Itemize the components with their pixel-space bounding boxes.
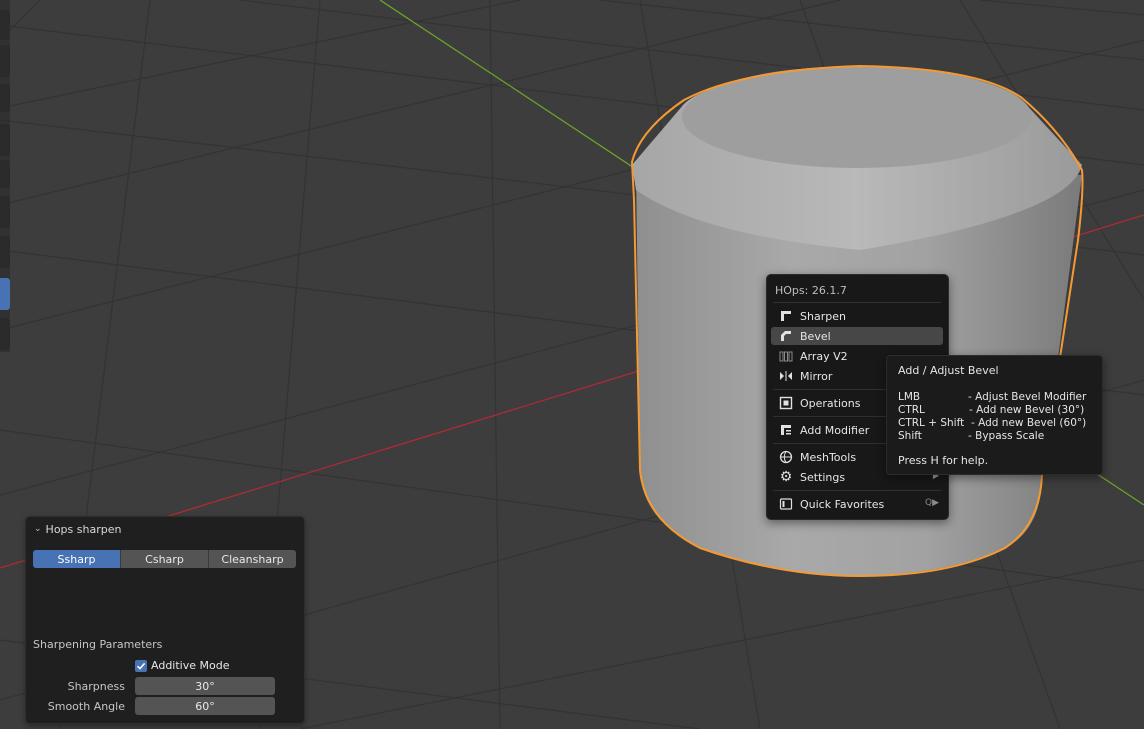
tool-rotate[interactable]	[0, 124, 10, 156]
favorites-icon	[778, 496, 794, 512]
sharpness-label: Sharpness	[67, 680, 125, 693]
section-label: Sharpening Parameters	[33, 638, 163, 651]
additive-mode-checkbox[interactable]: Additive Mode	[135, 659, 229, 672]
smooth-angle-field[interactable]: 60°	[135, 697, 275, 715]
smooth-angle-label: Smooth Angle	[47, 700, 125, 713]
menu-item-bevel[interactable]: Bevel	[771, 327, 943, 345]
menu-item-quick-favorites[interactable]: Quick Favorites Q▶	[771, 495, 943, 513]
modifier-icon	[778, 422, 794, 438]
array-icon	[778, 348, 794, 364]
mode-cleansharp-button[interactable]: Cleansharp	[209, 550, 296, 568]
menu-item-label: Quick Favorites	[800, 497, 885, 511]
tooltip-key: CTRL + Shift	[898, 417, 965, 429]
mode-ssharp-button[interactable]: Ssharp	[33, 550, 121, 568]
menu-item-label: Settings	[800, 470, 846, 484]
hops-menu-title: HOps: 26.1.7	[775, 284, 847, 297]
menu-item-label: Array V2	[800, 349, 848, 363]
tooltip-key: LMB	[898, 391, 921, 403]
chevron-down-icon: ⌄	[34, 524, 42, 534]
bevel-tooltip: Add / Adjust Bevel LMB - Adjust Bevel Mo…	[886, 355, 1103, 475]
additive-mode-label: Additive Mode	[151, 659, 230, 672]
tool-select[interactable]	[0, 10, 10, 40]
quick-favorites-shortcut: Q▶	[924, 498, 939, 508]
tooltip-key: Shift	[898, 430, 922, 442]
tooltip-desc: - Add new Bevel (60°)	[971, 417, 1087, 429]
bevel-icon	[778, 328, 794, 344]
tool-hops-active[interactable]	[0, 278, 10, 310]
shortcut-key: Q	[924, 498, 933, 508]
tool-cursor[interactable]	[0, 45, 10, 77]
menu-item-label: Mirror	[800, 369, 833, 383]
tooltip-desc: - Adjust Bevel Modifier	[968, 391, 1087, 403]
tool-measure[interactable]	[0, 318, 10, 350]
operator-panel-header[interactable]: ⌄ Hops sharpen	[34, 522, 121, 536]
gear-icon: ⚙	[779, 469, 793, 485]
tool-scale[interactable]	[0, 160, 10, 188]
menu-separator	[773, 302, 941, 303]
tooltip-title: Add / Adjust Bevel	[898, 364, 999, 377]
menu-item-sharpen[interactable]: Sharpen	[771, 307, 943, 325]
mode-csharp-button[interactable]: Csharp	[121, 550, 209, 568]
mode-selector[interactable]: Ssharp Csharp Cleansharp	[33, 550, 296, 568]
operator-panel[interactable]: ⌄ Hops sharpen Ssharp Csharp Cleansharp …	[25, 516, 305, 724]
meshtools-icon	[778, 449, 794, 465]
checkmark-icon	[135, 659, 147, 672]
tooltip-desc: - Add new Bevel (30°)	[969, 404, 1085, 416]
menu-item-label: Operations	[800, 396, 861, 410]
menu-item-label: Sharpen	[800, 309, 846, 323]
menu-separator	[773, 490, 941, 491]
mirror-icon	[778, 368, 794, 384]
tool-transform[interactable]	[0, 196, 10, 228]
operator-panel-title: Hops sharpen	[45, 522, 122, 536]
operations-icon	[778, 395, 794, 411]
menu-item-label: MeshTools	[800, 450, 857, 464]
menu-item-label: Bevel	[800, 329, 831, 343]
tool-annotate[interactable]	[0, 236, 10, 268]
sharpen-icon	[778, 308, 794, 324]
sharpness-field[interactable]: 30°	[135, 677, 275, 695]
menu-item-label: Add Modifier	[800, 423, 870, 437]
tooltip-help: Press H for help.	[898, 454, 989, 467]
tool-move[interactable]	[0, 84, 10, 112]
tooltip-key: CTRL	[898, 404, 925, 416]
tooltip-desc: - Bypass Scale	[968, 430, 1045, 442]
